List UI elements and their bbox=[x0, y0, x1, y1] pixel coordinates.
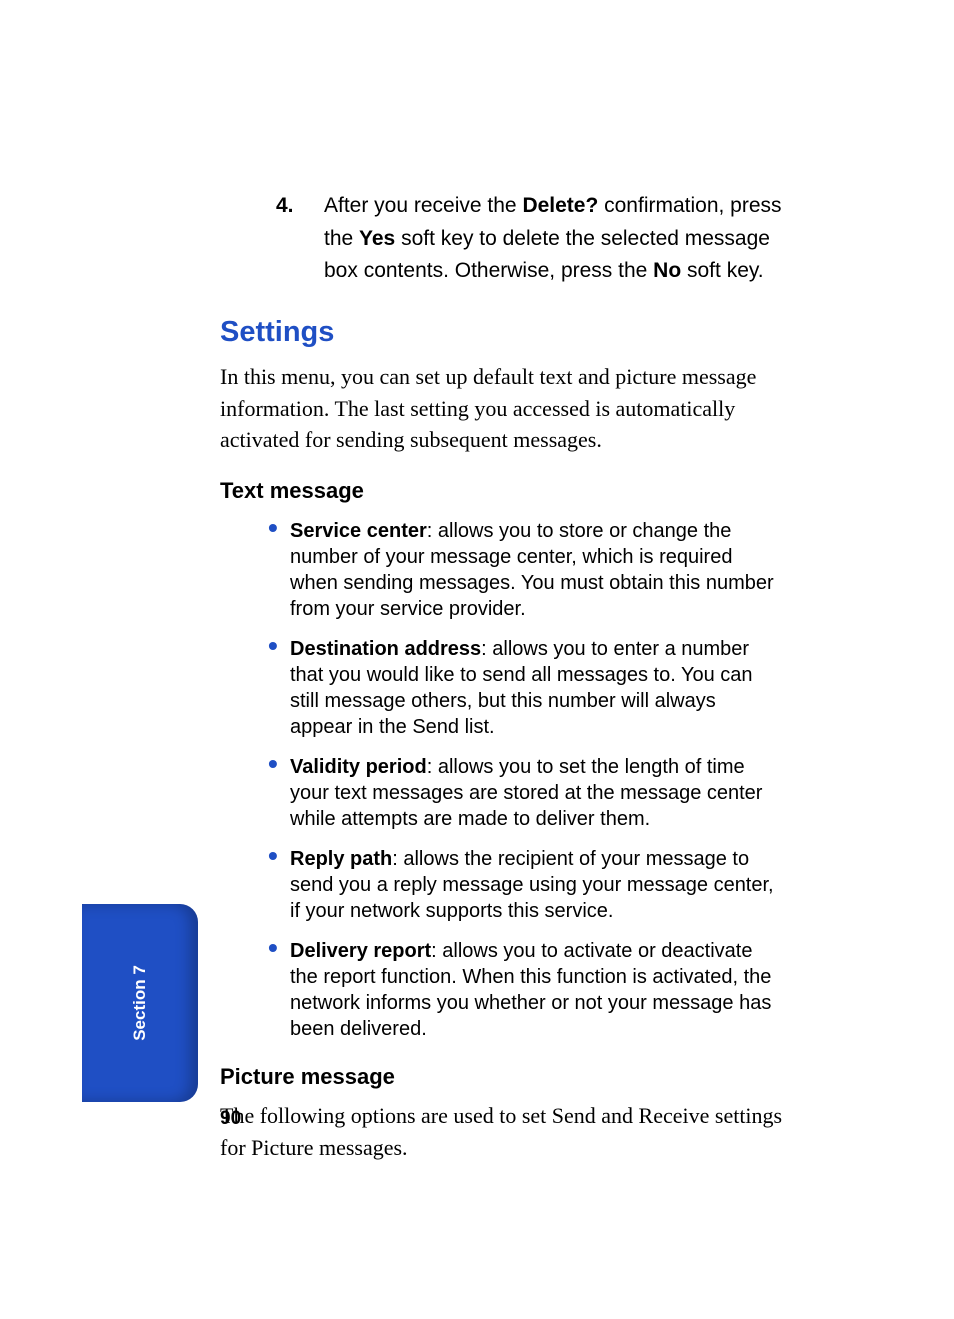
step-text: soft key. bbox=[681, 259, 763, 282]
section-tab-label: Section 7 bbox=[130, 965, 150, 1041]
bullet-body: Service center: allows you to store or c… bbox=[290, 518, 785, 622]
step-text: After you receive the bbox=[324, 194, 522, 217]
step-body: After you receive the Delete? confirmati… bbox=[308, 190, 785, 288]
step-bold-yes: Yes bbox=[359, 227, 395, 250]
bullet-item: • Service center: allows you to store or… bbox=[268, 518, 785, 622]
bullet-term: Delivery report bbox=[290, 940, 431, 962]
picture-message-subheading: Picture message bbox=[220, 1064, 785, 1090]
bullet-icon: • bbox=[268, 938, 290, 1042]
step-bold-delete: Delete? bbox=[522, 194, 598, 217]
bullet-item: • Validity period: allows you to set the… bbox=[268, 754, 785, 832]
bullet-body: Reply path: allows the recipient of your… bbox=[290, 846, 785, 924]
settings-intro: In this menu, you can set up default tex… bbox=[220, 361, 785, 457]
bullet-icon: • bbox=[268, 636, 290, 740]
bullet-term: Destination address bbox=[290, 638, 481, 660]
bullet-term: Validity period bbox=[290, 756, 427, 778]
page-number: 90 bbox=[220, 1108, 241, 1130]
numbered-step-4: 4. After you receive the Delete? confirm… bbox=[220, 190, 785, 288]
step-bold-no: No bbox=[653, 259, 681, 282]
step-number: 4. bbox=[220, 190, 308, 288]
bullet-item: • Reply path: allows the recipient of yo… bbox=[268, 846, 785, 924]
bullet-icon: • bbox=[268, 846, 290, 924]
bullet-icon: • bbox=[268, 754, 290, 832]
bullet-body: Delivery report: allows you to activate … bbox=[290, 938, 785, 1042]
text-message-subheading: Text message bbox=[220, 478, 785, 504]
picture-message-intro: The following options are used to set Se… bbox=[220, 1100, 785, 1164]
text-message-bullets: • Service center: allows you to store or… bbox=[220, 518, 785, 1042]
content-column: 4. After you receive the Delete? confirm… bbox=[220, 190, 785, 1186]
bullet-body: Destination address: allows you to enter… bbox=[290, 636, 785, 740]
bullet-item: • Delivery report: allows you to activat… bbox=[268, 938, 785, 1042]
bullet-icon: • bbox=[268, 518, 290, 622]
settings-heading: Settings bbox=[220, 316, 785, 349]
bullet-term: Reply path bbox=[290, 848, 392, 870]
section-tab: Section 7 bbox=[82, 904, 198, 1102]
bullet-term: Service center bbox=[290, 520, 427, 542]
bullet-body: Validity period: allows you to set the l… bbox=[290, 754, 785, 832]
manual-page: 4. After you receive the Delete? confirm… bbox=[0, 0, 954, 1319]
bullet-item: • Destination address: allows you to ent… bbox=[268, 636, 785, 740]
